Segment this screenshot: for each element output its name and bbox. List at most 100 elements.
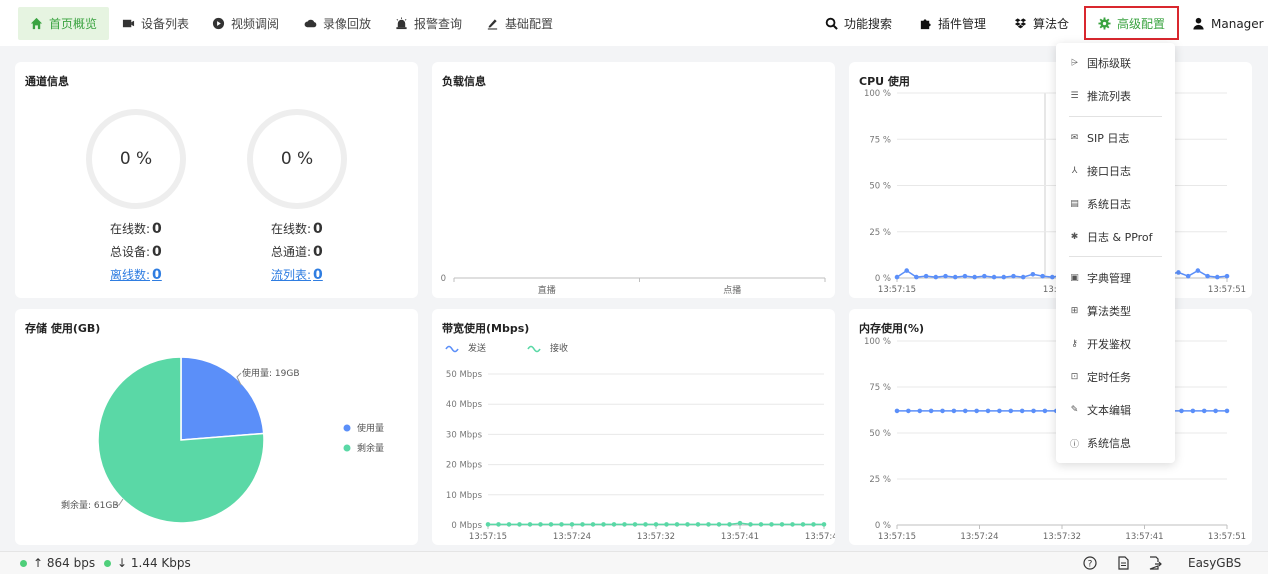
y-tick-label: 30 Mbps [446,430,483,440]
legend-label: 剩余量 [357,442,384,454]
upload-rate: ↑ 864 bps [33,556,96,570]
slice-label: 剩余量: 61GB [61,499,119,511]
download-status-dot [104,560,111,567]
nav-algorithm-store[interactable]: 算法仓 [1002,7,1081,40]
x-tick-label: 13:57:32 [1043,532,1081,542]
export-icon[interactable] [1148,556,1162,570]
nav-devices[interactable]: 设备列表 [110,7,201,40]
channel-online-ring: 0 % [247,109,347,209]
data-point [917,408,923,414]
menu-item-algorithm-type-label: 算法类型 [1087,305,1131,318]
nav-function-search[interactable]: 功能搜索 [813,7,904,40]
menu-item-system-info-label: 系统信息 [1087,437,1131,450]
x-tick-label: 13:57:41 [721,532,759,542]
load-card: 负载信息 0 直播 点播 [432,62,835,298]
data-point [674,522,680,527]
menu-item-gb-cascade[interactable]: ⩥ 国标级联 [1056,50,1175,76]
nav-playback[interactable]: 录像回放 [292,7,383,40]
menu-item-api-log[interactable]: ⅄ 接口日志 [1056,158,1175,184]
nav-alarm-label: 报警查询 [414,17,463,31]
menu-item-text-edit[interactable]: ✎ 文本编辑 [1056,397,1175,423]
storage-chart: 使用量: 19GB 剩余量: 61GB 使用量剩余量 [61,356,384,524]
document-icon[interactable] [1116,556,1130,570]
data-point [962,273,968,279]
timer-icon: ⊡ [1070,372,1079,382]
nav-home[interactable]: 首页概览 [18,7,110,40]
x-tick-label: 13:57:51 [1208,285,1246,295]
menu-item-sip-log[interactable]: ✉ SIP 日志 [1056,125,1175,151]
brand-label: EasyGBS [1188,556,1242,570]
device-online-ring: 0 % [86,109,186,209]
help-icon[interactable]: ? [1083,556,1097,570]
menu-item-push-list[interactable]: ☰ 推流列表 [1056,83,1175,109]
menu-item-pprof[interactable]: ✱ 日志 & PProf [1056,224,1175,250]
nav-video[interactable]: 视频调阅 [200,7,291,40]
device-online-value: 0 [152,221,162,237]
stream-list-link[interactable]: 流列表: 0 [271,266,323,283]
data-point [1205,273,1210,279]
puzzle-icon [920,19,931,30]
data-point [928,408,934,414]
data-point [706,522,711,527]
menu-item-scheduled-task[interactable]: ⊡ 定时任务 [1056,364,1175,390]
data-point [548,522,554,527]
data-point [748,522,753,527]
menu-item-system-log-label: 系统日志 [1087,198,1131,211]
channel-online-label: 在线数: [271,222,312,236]
data-point [1201,408,1207,414]
data-point [1040,273,1045,279]
x-tick-label: 13:57:24 [553,532,591,542]
nav-plugin[interactable]: 插件管理 [907,7,998,40]
device-offline-link[interactable]: 离线数: 0 [110,266,162,283]
data-point [727,522,732,527]
legend-label: 发送 [468,342,486,354]
channel-online-percent: 0 % [280,149,314,169]
menu-item-system-info[interactable]: ⓘ 系统信息 [1056,430,1175,456]
menu-item-api-log-label: 接口日志 [1087,165,1131,178]
data-point [1224,273,1230,279]
y-tick-label: 75 % [869,135,891,145]
search-icon [825,17,838,30]
menu-item-dictionary[interactable]: ▣ 字典管理 [1056,265,1175,291]
data-point [940,408,945,414]
nav-algorithm-store-label: 算法仓 [1033,17,1070,31]
book-icon: ▣ [1070,273,1079,283]
data-point [1176,270,1181,275]
menu-item-scheduled-task-label: 定时任务 [1087,371,1131,384]
menu-item-algorithm-type[interactable]: ⊞ 算法类型 [1056,298,1175,324]
y-tick-label: 0 % [875,274,891,284]
data-point [933,274,939,280]
stream-list-label: 流列表: [271,268,312,282]
alarm-icon [396,17,407,30]
data-point [643,522,648,527]
camera-icon [122,19,135,28]
data-point [894,408,900,414]
data-point [1224,408,1230,414]
nav-user[interactable]: Manager [1180,7,1268,40]
upload-status-dot [20,560,27,567]
y-tick-label: 20 Mbps [446,461,483,471]
data-point [590,522,596,527]
nav-user-label: Manager [1211,16,1264,31]
nav-home-label: 首页概览 [49,17,98,31]
nav-advanced-config-label: 高级配置 [1117,16,1166,31]
user-icon [1193,17,1204,30]
nav-basic-config[interactable]: 基础配置 [474,7,565,40]
x-tick-label: 13:57:15 [878,532,916,542]
menu-item-system-log[interactable]: ▤ 系统日志 [1056,191,1175,217]
device-online-stat: 在线数: 0 [110,220,162,237]
data-point [982,273,987,279]
channel-total-stat: 总通道: 0 [271,243,323,260]
menu-item-dev-auth[interactable]: ⚷ 开发鉴权 [1056,331,1175,357]
data-point [906,408,911,414]
device-total-value: 0 [152,244,162,260]
cloud-icon [304,19,317,28]
nav-alarm[interactable]: 报警查询 [383,7,474,40]
data-point [1020,274,1026,280]
menu-divider [1069,116,1162,117]
data-point [1019,408,1025,414]
device-total-label: 总设备: [110,245,151,259]
nav-advanced-config[interactable]: 高级配置 [1084,6,1179,40]
slice-label: 使用量: 19GB [242,367,300,379]
data-point [943,273,948,279]
